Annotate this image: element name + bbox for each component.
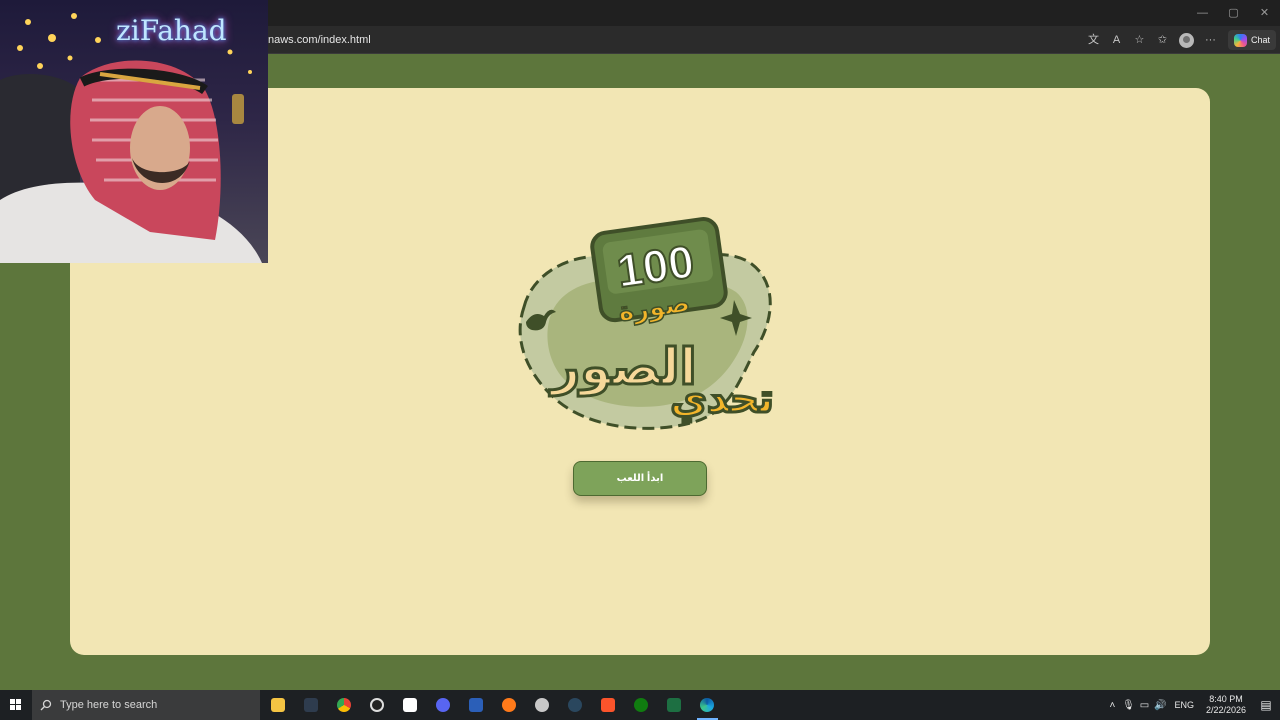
windows-taskbar: Type here to search ˄ 🎙 ▭ 🔊 ENG 8:40 PM … bbox=[0, 690, 1280, 720]
microphone-icon[interactable]: 🎙 bbox=[1120, 700, 1136, 711]
game-icon[interactable] bbox=[526, 690, 559, 720]
address-bar[interactable]: naws.com/index.html bbox=[262, 29, 1100, 51]
windows-start-icon[interactable] bbox=[0, 690, 32, 720]
notifications-icon[interactable]: ▤ bbox=[1252, 698, 1280, 712]
language-indicator[interactable]: ENG bbox=[1168, 700, 1200, 710]
lantern bbox=[232, 94, 244, 124]
read-aloud-icon[interactable]: A bbox=[1107, 31, 1126, 50]
copilot-icon bbox=[1233, 33, 1247, 47]
excel-icon[interactable] bbox=[658, 690, 691, 720]
search-placeholder: Type here to search bbox=[60, 699, 158, 711]
network-icon[interactable]: ▭ bbox=[1136, 700, 1152, 711]
brave-icon[interactable] bbox=[592, 690, 625, 720]
streamer-name: ziFahad bbox=[116, 14, 227, 47]
webcam-overlay: ziFahad bbox=[0, 0, 268, 263]
store-icon[interactable] bbox=[394, 690, 427, 720]
game-logo: 100 صورة الصور تحدي bbox=[504, 212, 780, 437]
logo-graphic: 100 صورة الصور تحدي bbox=[518, 217, 775, 430]
xbox-icon[interactable] bbox=[625, 690, 658, 720]
terminal-icon[interactable] bbox=[295, 690, 328, 720]
edge-icon[interactable] bbox=[691, 690, 724, 720]
search-icon bbox=[40, 699, 52, 711]
logo-title-line2: تحدي bbox=[670, 376, 774, 422]
start-game-button[interactable]: ابدأ اللعب bbox=[573, 461, 707, 496]
taskbar-search[interactable]: Type here to search bbox=[32, 690, 260, 720]
favorites-icon[interactable]: ✩ bbox=[1153, 31, 1172, 50]
screen: — ▢ ✕ naws.com/index.html 文 A ☆ ✩ ··· Ch… bbox=[0, 0, 1280, 720]
toolbar-icons: 文 A ☆ ✩ ··· Chat bbox=[1084, 26, 1280, 54]
word-icon[interactable] bbox=[460, 690, 493, 720]
firefox-icon[interactable] bbox=[493, 690, 526, 720]
speaker-icon[interactable]: 🔊 bbox=[1152, 700, 1168, 711]
window-controls: — ▢ ✕ bbox=[1187, 0, 1280, 26]
discord-icon[interactable] bbox=[427, 690, 460, 720]
chevron-up-icon[interactable]: ˄ bbox=[1104, 700, 1120, 711]
more-icon[interactable]: ··· bbox=[1201, 31, 1220, 50]
clock-time: 8:40 PM bbox=[1209, 694, 1243, 704]
clock[interactable]: 8:40 PM 2/22/2026 bbox=[1200, 694, 1252, 716]
minimize-button[interactable]: — bbox=[1187, 0, 1218, 26]
file-explorer-icon[interactable] bbox=[262, 690, 295, 720]
translate-icon[interactable]: 文 bbox=[1084, 31, 1103, 50]
obs-icon[interactable] bbox=[361, 690, 394, 720]
profile-icon[interactable] bbox=[1178, 32, 1194, 48]
copilot-chat-button[interactable]: Chat bbox=[1227, 30, 1276, 50]
copilot-label: Chat bbox=[1250, 35, 1270, 45]
taskbar-apps bbox=[262, 690, 724, 720]
restore-button[interactable]: ▢ bbox=[1218, 0, 1249, 26]
system-tray: ˄ 🎙 ▭ 🔊 ENG 8:40 PM 2/22/2026 ▤ bbox=[1104, 690, 1280, 720]
favorite-star-icon[interactable]: ☆ bbox=[1130, 31, 1149, 50]
close-button[interactable]: ✕ bbox=[1249, 0, 1280, 26]
steam-icon[interactable] bbox=[559, 690, 592, 720]
clock-date: 2/22/2026 bbox=[1205, 705, 1246, 715]
chrome-icon[interactable] bbox=[328, 690, 361, 720]
